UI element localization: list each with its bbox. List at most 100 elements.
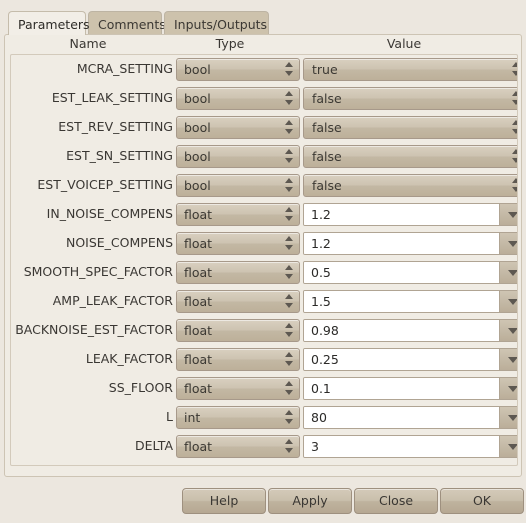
parameter-type-value: bool [184, 178, 211, 193]
parameter-type-combo[interactable]: float [176, 261, 300, 284]
parameter-value-editcombo[interactable]: 1.5 [303, 290, 517, 313]
parameter-name-label: EST_VOICEP_SETTING [37, 177, 173, 192]
parameter-value-input[interactable]: 0.25 [304, 349, 500, 370]
parameter-type-combo[interactable]: float [176, 435, 300, 458]
parameter-type-combo[interactable]: bool [176, 58, 300, 81]
apply-button[interactable]: Apply [268, 488, 352, 514]
chevron-down-icon[interactable] [499, 204, 517, 225]
tab-parameters[interactable]: Parameters [8, 11, 90, 35]
parameter-row: EST_VOICEP_SETTING bool false [11, 171, 517, 200]
parameter-value-input[interactable]: 1.2 [304, 204, 500, 225]
parameter-value-combo[interactable]: false [303, 174, 517, 197]
parameter-type-combo[interactable]: bool [176, 116, 300, 139]
parameter-value-input[interactable]: 1.2 [304, 233, 500, 254]
spinner-arrows-icon[interactable] [509, 176, 517, 195]
spinner-arrows-icon[interactable] [282, 350, 295, 369]
parameter-type-value: float [184, 265, 213, 280]
spinner-arrows-icon[interactable] [282, 60, 295, 79]
parameter-value-editcombo[interactable]: 0.25 [303, 348, 517, 371]
parameter-value-editcombo[interactable]: 80 [303, 406, 517, 429]
tab-comments[interactable]: Comments [88, 11, 166, 35]
parameter-type-value: bool [184, 62, 211, 77]
chevron-down-icon[interactable] [499, 349, 517, 370]
column-header-name: Name [69, 36, 107, 51]
parameter-type-value: float [184, 236, 213, 251]
parameter-list: MCRA_SETTING bool true EST_LEAK_SETTING bool… [10, 54, 518, 466]
parameter-type-combo[interactable]: float [176, 203, 300, 226]
parameter-row: Lint 80 [11, 403, 517, 432]
spinner-arrows-icon[interactable] [282, 147, 295, 166]
parameter-value-text: false [312, 91, 342, 106]
spinner-arrows-icon[interactable] [282, 176, 295, 195]
chevron-down-icon[interactable] [499, 262, 517, 283]
spinner-arrows-icon[interactable] [509, 60, 517, 79]
spinner-arrows-icon[interactable] [509, 118, 517, 137]
parameter-value-input[interactable]: 0.98 [304, 320, 500, 341]
parameter-type-value: float [184, 207, 213, 222]
parameter-row: EST_LEAK_SETTING bool false [11, 84, 517, 113]
parameter-value-input[interactable]: 0.1 [304, 378, 500, 399]
parameter-type-combo[interactable]: bool [176, 87, 300, 110]
parameter-type-combo[interactable]: int [176, 406, 300, 429]
parameter-type-value: float [184, 294, 213, 309]
spinner-arrows-icon[interactable] [282, 89, 295, 108]
parameter-value-editcombo[interactable]: 1.2 [303, 203, 517, 226]
parameter-type-combo[interactable]: float [176, 232, 300, 255]
parameter-row: MCRA_SETTING bool true [11, 55, 517, 84]
parameter-type-combo[interactable]: float [176, 348, 300, 371]
parameter-value-text: false [312, 149, 342, 164]
spinner-arrows-icon[interactable] [282, 437, 295, 456]
parameter-row: IN_NOISE_COMPENS float 1.2 [11, 200, 517, 229]
spinner-arrows-icon[interactable] [282, 234, 295, 253]
parameter-type-value: float [184, 439, 213, 454]
help-button[interactable]: Help [182, 488, 266, 514]
chevron-down-icon[interactable] [499, 436, 517, 457]
spinner-arrows-icon[interactable] [509, 147, 517, 166]
parameter-value-editcombo[interactable]: 0.98 [303, 319, 517, 342]
parameter-type-combo[interactable]: float [176, 319, 300, 342]
parameter-value-input[interactable]: 3 [304, 436, 500, 457]
parameter-row: NOISE_COMPENS float 1.2 [11, 229, 517, 258]
spinner-arrows-icon[interactable] [282, 408, 295, 427]
spinner-arrows-icon[interactable] [509, 89, 517, 108]
parameter-type-combo[interactable]: bool [176, 174, 300, 197]
parameter-value-combo[interactable]: false [303, 116, 517, 139]
chevron-down-icon[interactable] [499, 320, 517, 341]
tab-inputs-outputs[interactable]: Inputs/Outputs [164, 11, 269, 35]
chevron-down-icon[interactable] [499, 291, 517, 312]
parameter-name-label: IN_NOISE_COMPENS [46, 206, 173, 221]
parameter-value-combo[interactable]: false [303, 145, 517, 168]
parameter-value-editcombo[interactable]: 0.1 [303, 377, 517, 400]
parameter-row: SS_FLOOR float 0.1 [11, 374, 517, 403]
parameter-name-label: SS_FLOOR [108, 380, 173, 395]
parameter-value-editcombo[interactable]: 1.2 [303, 232, 517, 255]
parameter-name-label: EST_LEAK_SETTING [51, 90, 173, 105]
parameter-row: DELTA float 3 [11, 432, 517, 461]
parameter-value-editcombo[interactable]: 0.5 [303, 261, 517, 284]
parameter-value-input[interactable]: 1.5 [304, 291, 500, 312]
parameter-value-combo[interactable]: false [303, 87, 517, 110]
parameter-value-combo[interactable]: true [303, 58, 517, 81]
parameter-value-input[interactable]: 0.5 [304, 262, 500, 283]
close-button[interactable]: Close [354, 488, 438, 514]
ok-button[interactable]: OK [440, 488, 524, 514]
chevron-down-icon[interactable] [499, 233, 517, 254]
parameter-value-text: false [312, 120, 342, 135]
column-header-type: Type [215, 36, 245, 51]
parameter-value-editcombo[interactable]: 3 [303, 435, 517, 458]
parameter-value-input[interactable]: 80 [304, 407, 500, 428]
parameter-row: EST_SN_SETTING bool false [11, 142, 517, 171]
spinner-arrows-icon[interactable] [282, 292, 295, 311]
parameter-type-combo[interactable]: float [176, 377, 300, 400]
chevron-down-icon[interactable] [499, 407, 517, 428]
spinner-arrows-icon[interactable] [282, 263, 295, 282]
parameter-type-combo[interactable]: float [176, 290, 300, 313]
parameter-row: AMP_LEAK_FACTOR float 1.5 [11, 287, 517, 316]
spinner-arrows-icon[interactable] [282, 321, 295, 340]
parameter-name-label: EST_SN_SETTING [66, 148, 173, 163]
spinner-arrows-icon[interactable] [282, 205, 295, 224]
spinner-arrows-icon[interactable] [282, 118, 295, 137]
chevron-down-icon[interactable] [499, 378, 517, 399]
spinner-arrows-icon[interactable] [282, 379, 295, 398]
parameter-type-combo[interactable]: bool [176, 145, 300, 168]
